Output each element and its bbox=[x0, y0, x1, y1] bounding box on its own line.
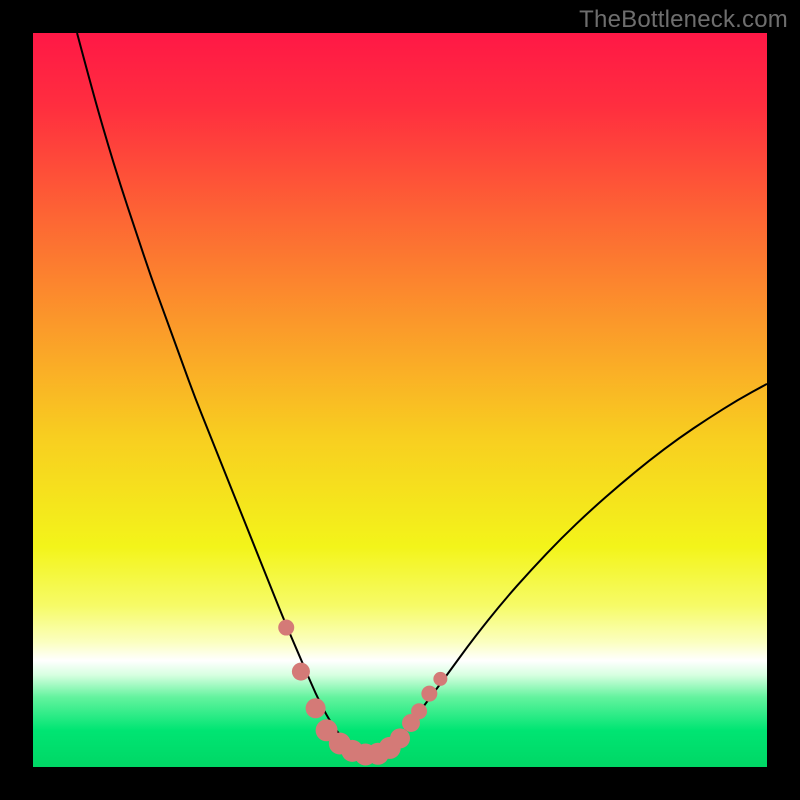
curve-marker bbox=[278, 620, 294, 636]
curve-marker bbox=[411, 703, 427, 719]
plot-area bbox=[33, 33, 767, 767]
watermark-text: TheBottleneck.com bbox=[579, 6, 788, 34]
curve-marker bbox=[390, 728, 410, 748]
curve-marker bbox=[433, 672, 447, 686]
curve-marker bbox=[421, 686, 437, 702]
bottleneck-chart bbox=[33, 33, 767, 767]
curve-marker bbox=[306, 698, 326, 718]
curve-marker bbox=[292, 663, 310, 681]
chart-frame: TheBottleneck.com bbox=[0, 0, 800, 800]
gradient-background bbox=[33, 33, 767, 767]
